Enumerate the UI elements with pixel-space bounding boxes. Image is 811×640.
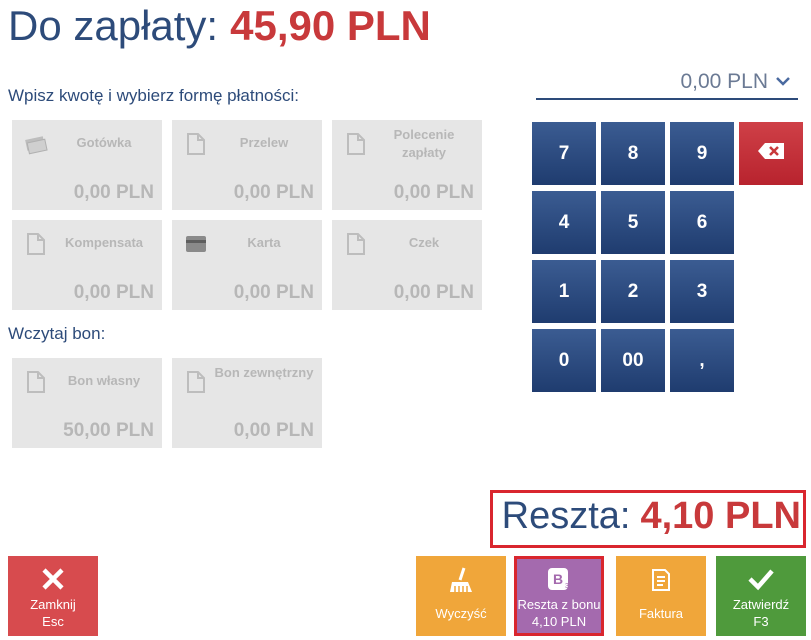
key-7[interactable]: 7 <box>532 122 596 185</box>
chevron-down-icon[interactable] <box>772 66 794 98</box>
payment-compensation[interactable]: Kompensata 0,00 PLN <box>12 220 162 310</box>
backspace-button[interactable] <box>739 122 803 185</box>
clear-button[interactable]: Wyczyść <box>416 556 506 636</box>
payment-direct-debit[interactable]: Polecenie zapłaty 0,00 PLN <box>332 120 482 210</box>
close-label: Zamknij <box>30 597 76 612</box>
amount-input[interactable]: 0,00 PLN <box>536 66 798 100</box>
confirm-shortcut: F3 <box>753 614 769 629</box>
card-icon <box>184 232 208 256</box>
voucher-value: 0,00 PLN <box>233 420 314 441</box>
voucher-label: Wczytaj bon: <box>8 324 106 343</box>
payment-transfer[interactable]: Przelew 0,00 PLN <box>172 120 322 210</box>
cash-icon <box>24 132 48 156</box>
key-2[interactable]: 2 <box>601 260 665 323</box>
change-display: Reszta: 4,10 PLN <box>502 495 801 538</box>
payment-cash[interactable]: Gotówka 0,00 PLN <box>12 120 162 210</box>
checkmark-icon <box>747 566 775 596</box>
key-comma[interactable]: , <box>670 329 734 392</box>
voucher-change-button[interactable]: B3 Reszta z bonu 4,10 PLN <box>514 556 604 636</box>
amount-due-label: Do zapłaty: <box>8 2 219 49</box>
document-icon <box>184 370 208 394</box>
amount-due: Do zapłaty: 45,90 PLN <box>8 2 431 50</box>
amount-input-value: 0,00 PLN <box>680 70 768 93</box>
clear-label: Wyczyść <box>435 606 487 621</box>
broom-icon <box>446 566 476 596</box>
svg-text:3: 3 <box>565 583 569 590</box>
key-3[interactable]: 3 <box>670 260 734 323</box>
voucher-own[interactable]: Bon własny 50,00 PLN <box>12 358 162 448</box>
document-icon <box>344 232 368 256</box>
voucher-icon: B3 <box>546 566 572 596</box>
payment-instructions: Wpisz kwotę i wybierz formę płatności: <box>8 86 299 105</box>
svg-text:B: B <box>553 571 563 587</box>
change-label: Reszta: <box>501 495 631 537</box>
document-icon <box>184 132 208 156</box>
document-icon <box>24 370 48 394</box>
payment-name: Czek <box>408 235 440 250</box>
backspace-icon <box>756 141 786 167</box>
payment-value: 0,00 PLN <box>233 282 314 303</box>
key-6[interactable]: 6 <box>670 191 734 254</box>
confirm-label: Zatwierdź <box>732 597 790 612</box>
change-box: Reszta: 4,10 PLN <box>490 490 806 548</box>
payment-check[interactable]: Czek 0,00 PLN <box>332 220 482 310</box>
amount-due-value: 45,90 PLN <box>230 2 431 49</box>
invoice-icon <box>647 566 675 596</box>
payment-value: 0,00 PLN <box>233 182 314 203</box>
voucher-external[interactable]: Bon zewnętrzny 0,00 PLN <box>172 358 322 448</box>
close-button[interactable]: Zamknij Esc <box>8 556 98 636</box>
payment-value: 0,00 PLN <box>73 282 154 303</box>
document-icon <box>344 132 368 156</box>
payment-card[interactable]: Karta 0,00 PLN <box>172 220 322 310</box>
confirm-button[interactable]: Zatwierdź F3 <box>716 556 806 636</box>
voucher-name: Bon zewnętrzny <box>214 365 314 380</box>
payment-name: Przelew <box>239 135 289 150</box>
payment-name: Karta <box>247 235 281 250</box>
document-icon <box>24 232 48 256</box>
close-shortcut: Esc <box>42 614 64 629</box>
key-5[interactable]: 5 <box>601 191 665 254</box>
invoice-label: Faktura <box>638 606 684 621</box>
payment-value: 0,00 PLN <box>393 182 474 203</box>
key-9[interactable]: 9 <box>670 122 734 185</box>
payment-name: Gotówka <box>76 135 132 150</box>
close-icon <box>40 566 66 596</box>
voucher-value: 50,00 PLN <box>63 420 154 441</box>
invoice-button[interactable]: Faktura <box>616 556 706 636</box>
payment-name: Polecenie zapłaty <box>393 127 455 160</box>
key-0[interactable]: 0 <box>532 329 596 392</box>
voucher-change-amount: 4,10 PLN <box>531 614 587 629</box>
payment-value: 0,00 PLN <box>73 182 154 203</box>
payment-name: Kompensata <box>64 235 144 250</box>
key-1[interactable]: 1 <box>532 260 596 323</box>
voucher-change-label: Reszta z bonu <box>517 597 601 612</box>
voucher-name: Bon własny <box>67 373 141 388</box>
key-00[interactable]: 00 <box>601 329 665 392</box>
change-amount: 4,10 PLN <box>640 495 801 537</box>
payment-value: 0,00 PLN <box>393 282 474 303</box>
key-4[interactable]: 4 <box>532 191 596 254</box>
key-8[interactable]: 8 <box>601 122 665 185</box>
